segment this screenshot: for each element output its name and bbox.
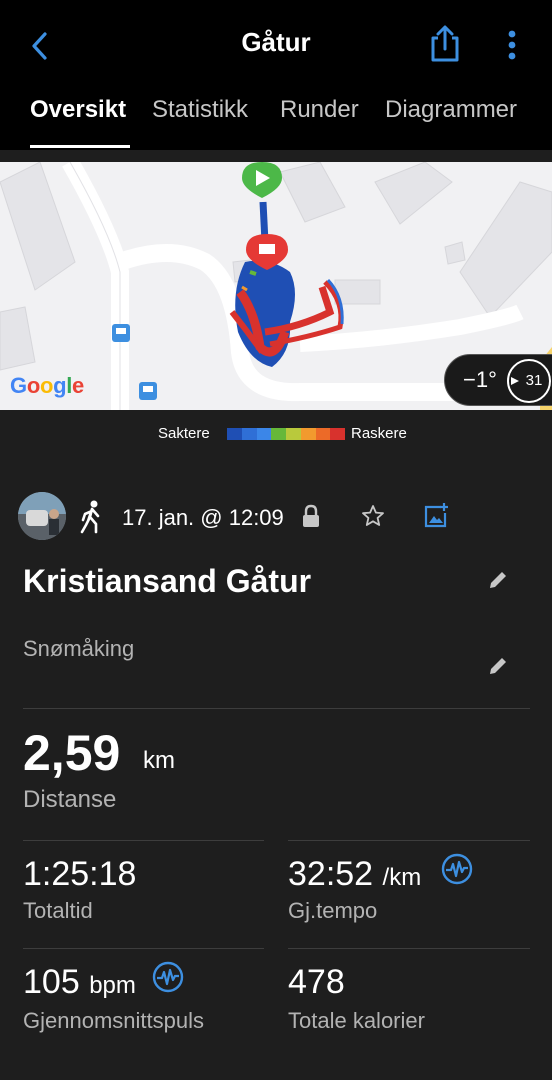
legend-color-swatch — [300, 428, 316, 440]
divider — [23, 708, 530, 709]
legend-slow-label: Saktere — [158, 425, 210, 442]
activity-notes: Snømåking — [23, 636, 135, 661]
active-tab-indicator — [30, 145, 130, 148]
page-title: Gåtur — [241, 27, 311, 57]
walking-icon — [80, 500, 100, 534]
google-logo: Google — [10, 373, 84, 398]
avg-pace-value: 32:52 /km — [288, 855, 421, 894]
heart-rate-chart-icon[interactable] — [152, 961, 184, 993]
avg-pace-number: 32:52 — [288, 855, 374, 893]
activity-date: 17. jan. @ 12:09 — [122, 505, 284, 530]
weather-pill[interactable]: −1° 31 — [444, 354, 552, 406]
tab-bar: Oversikt Statistikk Runder Diagrammer — [0, 96, 552, 150]
pace-chart-icon[interactable] — [441, 853, 473, 885]
total-time-label: Totaltid — [23, 898, 93, 923]
route-map[interactable]: Google −1° 31 — [0, 162, 552, 410]
avg-hr-label: Gjennomsnittspuls — [23, 1008, 204, 1033]
distance-label: Distanse — [23, 786, 117, 813]
divider — [23, 948, 264, 949]
speed-legend: Saktere Raskere — [0, 424, 552, 444]
tab-statistics[interactable]: Statistikk — [152, 96, 248, 124]
legend-fast-label: Raskere — [351, 425, 407, 442]
tab-charts[interactable]: Diagrammer — [385, 96, 517, 124]
avg-pace-unit: /km — [382, 864, 422, 891]
more-vertical-icon — [508, 30, 516, 60]
share-icon — [431, 25, 459, 62]
avg-hr-value: 105 bpm — [23, 963, 136, 1002]
total-time-value: 1:25:18 — [23, 855, 137, 893]
edit-notes-pencil-icon[interactable] — [486, 654, 510, 678]
legend-color-swatch — [227, 428, 242, 440]
legend-color-swatch — [286, 428, 301, 440]
temperature-value: −1° — [463, 367, 497, 392]
edit-name-pencil-icon[interactable] — [486, 568, 510, 592]
wind-speed-value: 31 — [525, 372, 543, 389]
share-button[interactable] — [427, 24, 463, 64]
avg-pace-label: Gj.tempo — [288, 898, 378, 923]
divider — [23, 840, 264, 841]
legend-color-swatch — [241, 428, 257, 440]
legend-color-swatch — [256, 428, 272, 440]
more-options-button[interactable] — [498, 26, 526, 66]
legend-color-swatch — [330, 428, 345, 440]
lock-icon — [303, 504, 319, 527]
add-photo-icon[interactable] — [423, 502, 449, 528]
avatar-image — [18, 492, 66, 540]
calories-value: 478 — [288, 963, 345, 1001]
legend-color-bar — [227, 428, 345, 440]
divider — [288, 840, 530, 841]
wind-indicator: 31 — [507, 359, 551, 403]
activity-name: Kristiansand Gåtur — [23, 563, 312, 599]
avg-hr-unit: bpm — [89, 972, 136, 999]
activity-meta-row: 17. jan. @ 12:09 — [0, 492, 552, 542]
legend-color-swatch — [315, 428, 331, 440]
star-icon[interactable] — [361, 504, 385, 528]
tab-overview[interactable]: Oversikt — [30, 96, 126, 124]
top-bar: Gåtur Oversikt Statistikk Runder Diagram… — [0, 0, 552, 150]
avg-hr-number: 105 — [23, 963, 80, 1001]
avatar[interactable] — [18, 492, 66, 540]
legend-color-swatch — [271, 428, 286, 440]
divider — [288, 948, 530, 949]
distance-unit: km — [143, 747, 175, 774]
tab-laps[interactable]: Runder — [280, 96, 359, 124]
distance-value: 2,59 — [23, 725, 121, 781]
calories-label: Totale kalorier — [288, 1008, 425, 1033]
